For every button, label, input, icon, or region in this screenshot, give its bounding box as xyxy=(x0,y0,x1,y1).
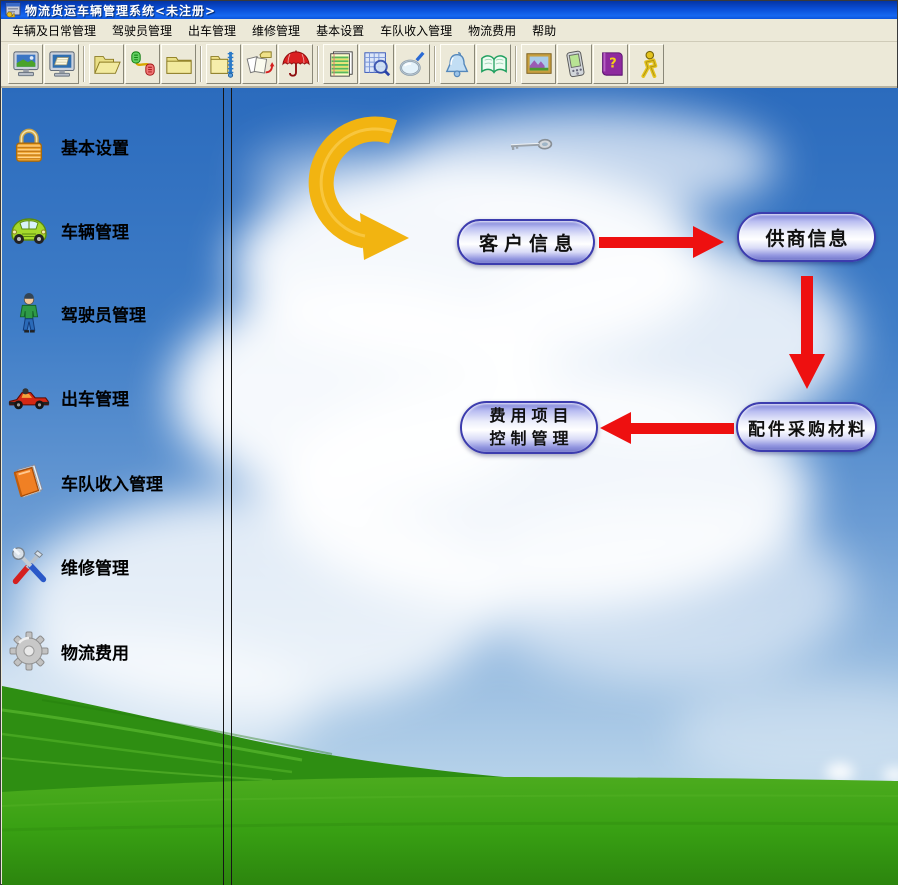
pda-icon xyxy=(565,50,584,78)
desktop-monitor-icon xyxy=(12,51,39,77)
toolbar-button-help[interactable]: ? xyxy=(593,44,628,84)
toolbar-button-picture[interactable] xyxy=(521,44,556,84)
toolbar-button-open-book[interactable] xyxy=(476,44,511,84)
sidebar-item-vehicle-management[interactable]: 车辆管理 xyxy=(8,208,220,252)
arrow-down-icon xyxy=(789,276,825,389)
bell-remind-icon xyxy=(445,52,468,78)
node-label: 供商信息 xyxy=(765,227,850,250)
sidebar-item-dispatch-management[interactable]: 出车管理 xyxy=(8,375,220,419)
sidebar-item-label: 基本设置 xyxy=(61,138,129,159)
menu-repair[interactable]: 维修管理 xyxy=(244,19,308,42)
menu-driver[interactable]: 驾驶员管理 xyxy=(104,19,180,42)
window-title: 物流货运车辆管理系统<未注册> xyxy=(25,3,217,18)
magnifier-icon xyxy=(399,51,424,76)
car-icon xyxy=(8,209,50,251)
gear-icon xyxy=(8,630,50,672)
toolbar-button-data-link[interactable] xyxy=(125,44,160,84)
toolbar-button-print-preview[interactable] xyxy=(44,44,79,84)
income-book-icon xyxy=(8,461,50,503)
swirl-arrow-icon xyxy=(308,116,409,260)
arrow-left-icon xyxy=(600,412,734,444)
sidebar-item-basic-settings[interactable]: 基本设置 xyxy=(8,124,220,168)
open-book-icon xyxy=(480,55,507,74)
sidebar-item-logistics-expense[interactable]: 物流费用 xyxy=(8,629,220,673)
sidebar-item-fleet-income[interactable]: 车队收入管理 xyxy=(8,460,220,504)
menu-basic-settings[interactable]: 基本设置 xyxy=(308,19,372,42)
driver-icon xyxy=(8,292,50,334)
toolbar-button-records[interactable] xyxy=(323,44,358,84)
toolbar-button-folder[interactable] xyxy=(161,44,196,84)
toolbar-button-desktop[interactable] xyxy=(8,44,43,84)
toolbar: ? xyxy=(1,42,897,88)
node-parts-procurement[interactable]: 配件采购材料 xyxy=(736,402,877,452)
open-folder-icon xyxy=(93,56,121,74)
toolbar-button-exit[interactable] xyxy=(629,44,664,84)
toolbar-button-search[interactable] xyxy=(395,44,430,84)
toolbar-button-pda[interactable] xyxy=(557,44,592,84)
folder-icon xyxy=(165,57,192,74)
menu-help[interactable]: 帮助 xyxy=(524,19,564,42)
exit-running-man-icon xyxy=(640,50,657,78)
toolbar-button-open[interactable] xyxy=(89,44,124,84)
node-supplier-info[interactable]: 供商信息 xyxy=(737,212,876,262)
sidebar-divider-line-2 xyxy=(231,88,232,885)
toolbar-button-remind[interactable] xyxy=(440,44,475,84)
sidebar-item-label: 物流费用 xyxy=(61,643,129,664)
menu-dispatch[interactable]: 出车管理 xyxy=(180,19,244,42)
menu-vehicle-daily[interactable]: 车辆及日常管理 xyxy=(4,19,104,42)
node-expense-control[interactable]: 费用项目 控制管理 xyxy=(460,401,598,454)
sidebar-item-driver-management[interactable]: 驾驶员管理 xyxy=(8,291,220,335)
toolbar-separator xyxy=(512,44,521,84)
toolbar-separator xyxy=(314,44,323,84)
sidebar-item-label: 出车管理 xyxy=(61,389,129,410)
menu-logistics-fee[interactable]: 物流费用 xyxy=(460,19,524,42)
sidebar-item-label: 维修管理 xyxy=(61,558,129,579)
help-book-icon: ? xyxy=(601,52,623,76)
sidebar-divider-line-1 xyxy=(223,88,224,885)
restore-docs-icon xyxy=(246,51,274,74)
toolbar-button-restore[interactable] xyxy=(242,44,277,84)
client-area: 基本设置 车辆管理 驾驶员管理 出车管理 车队收入管理 维修管理 物流费用 客户… xyxy=(2,88,898,885)
toolbar-separator xyxy=(197,44,206,84)
app-window: 物流货运车辆管理系统<未注册> 车辆及日常管理 驾驶员管理 出车管理 维修管理 … xyxy=(0,0,898,885)
sidebar-item-label: 车辆管理 xyxy=(61,222,129,243)
toolbar-button-protect[interactable] xyxy=(278,44,313,84)
arrow-right-icon xyxy=(599,226,724,258)
node-label: 客户信息 xyxy=(478,232,579,255)
umbrella-protect-icon xyxy=(281,50,310,77)
picture-icon xyxy=(525,53,552,74)
sidebar-item-label: 驾驶员管理 xyxy=(61,305,146,326)
node-label-line2: 控制管理 xyxy=(489,428,574,448)
notebook-records-icon xyxy=(329,51,353,77)
toolbar-separator xyxy=(80,44,89,84)
menubar: 车辆及日常管理 驾驶员管理 出车管理 维修管理 基本设置 车队收入管理 物流费用… xyxy=(1,19,897,42)
toolbar-button-table-search[interactable] xyxy=(359,44,394,84)
node-label: 配件采购材料 xyxy=(748,419,868,440)
node-label-line1: 费用项目 xyxy=(489,406,574,426)
toolbar-separator xyxy=(431,44,440,84)
toolbar-button-compress-backup[interactable] xyxy=(206,44,241,84)
repair-tools-icon xyxy=(8,545,50,587)
titlebar: 物流货运车辆管理系统<未注册> xyxy=(1,1,897,19)
table-search-icon xyxy=(363,52,390,77)
data-link-icon xyxy=(130,51,155,76)
lock-icon xyxy=(8,125,50,167)
race-car-icon xyxy=(8,376,50,418)
sidebar-item-repair-management[interactable]: 维修管理 xyxy=(8,544,220,588)
node-customer-info[interactable]: 客户信息 xyxy=(457,219,595,265)
print-preview-icon xyxy=(48,51,75,77)
key-icon xyxy=(507,137,553,159)
menu-fleet-income[interactable]: 车队收入管理 xyxy=(372,19,460,42)
svg-text:?: ? xyxy=(609,57,617,72)
sidebar-item-label: 车队收入管理 xyxy=(61,474,163,495)
app-icon xyxy=(5,2,21,18)
compress-backup-icon xyxy=(209,51,233,78)
